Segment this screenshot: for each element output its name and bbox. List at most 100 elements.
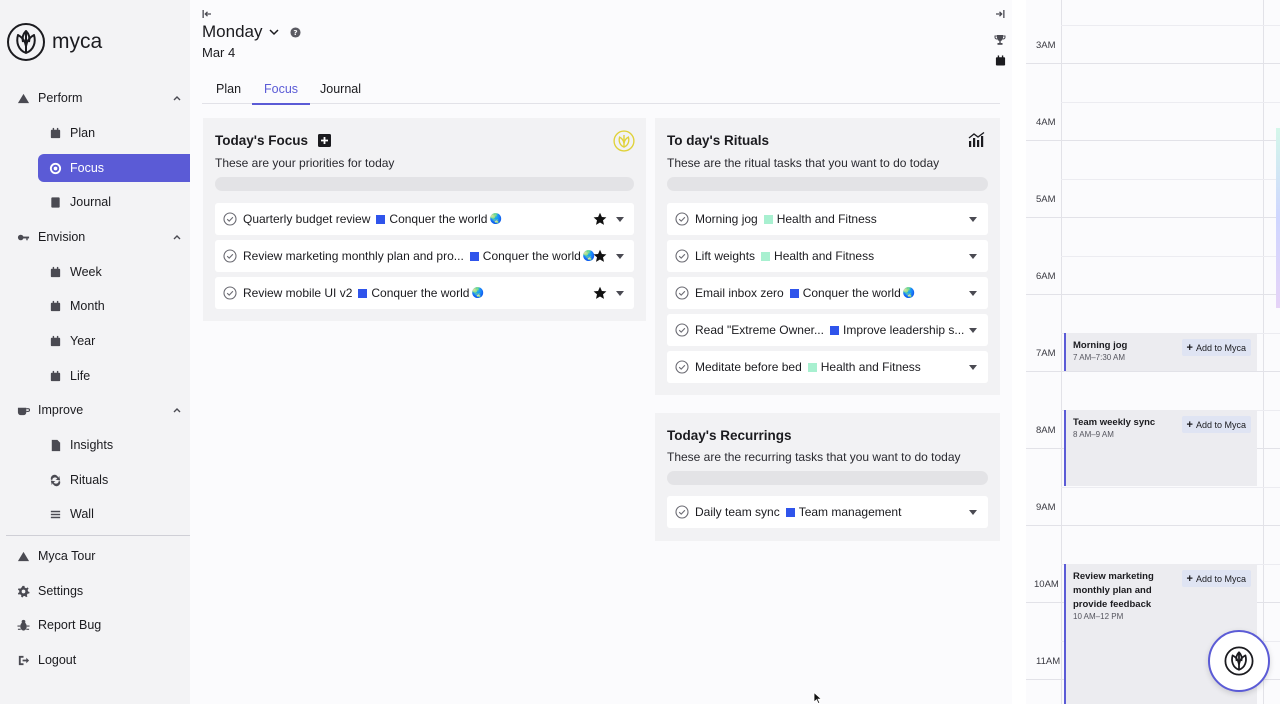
half-hour-line — [1061, 487, 1280, 488]
caret-down-icon[interactable] — [969, 217, 977, 222]
plus-icon: + — [1186, 341, 1193, 354]
add-to-myca-label: Add to Myca — [1195, 342, 1246, 353]
main-content: Monday ? Mar 4 Plan Focus Journal Today'… — [190, 0, 1012, 704]
calendar-icon[interactable] — [995, 55, 1006, 66]
check-circle-icon[interactable] — [223, 212, 237, 226]
check-circle-icon[interactable] — [675, 212, 689, 226]
sidebar-item-myca-tour[interactable]: Myca Tour — [16, 542, 182, 570]
check-circle-icon[interactable] — [675, 249, 689, 263]
calendar-event[interactable]: Morning jog 7 AM–7:30 AM + Add to Myca — [1064, 333, 1257, 371]
focus-task-row[interactable]: Review mobile UI v2 Conquer the world 🌏 — [215, 277, 634, 309]
check-circle-icon[interactable] — [675, 286, 689, 300]
sidebar-item-plan[interactable]: Plan — [48, 119, 190, 147]
half-hour-line — [1061, 256, 1280, 257]
add-task-icon[interactable] — [317, 134, 331, 147]
tab-journal[interactable]: Journal — [320, 82, 361, 103]
help-icon[interactable]: ? — [290, 26, 302, 38]
star-icon[interactable] — [593, 212, 607, 226]
add-to-myca-button[interactable]: + Add to Myca — [1181, 570, 1251, 587]
sidebar-item-report-bug[interactable]: Report Bug — [16, 611, 182, 639]
ritual-task-row[interactable]: Read "Extreme Owner... Improve leadershi… — [667, 314, 988, 346]
mouse-cursor-icon — [813, 692, 823, 704]
caret-down-icon[interactable] — [969, 291, 977, 296]
day-selector[interactable]: Monday ? — [202, 22, 302, 42]
caret-down-icon[interactable] — [616, 291, 624, 296]
task-name: Lift weights — [695, 249, 756, 263]
rituals-panel: To day's Rituals These are the ritual ta… — [655, 118, 1000, 395]
focus-progress-bar — [215, 177, 634, 191]
sidebar-item-insights[interactable]: Insights — [48, 431, 190, 459]
calendar-icon — [48, 265, 62, 279]
check-circle-icon[interactable] — [675, 505, 689, 519]
sidebar-item-week[interactable]: Week — [48, 258, 190, 286]
sidebar-item-rituals[interactable]: Rituals — [48, 466, 190, 494]
caret-down-icon[interactable] — [969, 328, 977, 333]
bug-icon — [16, 618, 30, 632]
myca-assistant-button[interactable] — [1208, 630, 1270, 692]
tab-focus[interactable]: Focus — [252, 82, 311, 105]
check-circle-icon[interactable] — [223, 286, 237, 300]
event-time: 7 AM–7:30 AM — [1073, 353, 1126, 362]
collapse-right-icon[interactable] — [995, 9, 1005, 19]
nav-group-improve[interactable]: Improve — [16, 396, 182, 424]
caret-down-icon[interactable] — [616, 254, 624, 259]
caret-down-icon[interactable] — [969, 254, 977, 259]
calendar-event[interactable]: Team weekly sync 8 AM–9 AM + Add to Myca — [1064, 410, 1257, 486]
task-name: Morning jog — [695, 212, 758, 226]
ritual-task-row[interactable]: Email inbox zero Conquer the world 🌏 — [667, 277, 988, 309]
caret-down-icon[interactable] — [969, 510, 977, 515]
tab-plan[interactable]: Plan — [216, 82, 241, 103]
plus-icon: + — [1186, 418, 1193, 431]
recurring-task-row[interactable]: Daily team sync Team management — [667, 496, 988, 528]
sidebar-item-focus[interactable]: Focus — [38, 154, 190, 182]
check-circle-icon[interactable] — [675, 323, 689, 337]
gear-icon — [16, 584, 30, 598]
day-calendar[interactable]: 3AM 4AM 5AM 6AM 7AM 8AM 9AM 10AM 11AM Mo… — [1026, 0, 1280, 704]
chart-icon[interactable] — [968, 132, 985, 147]
caret-down-icon[interactable] — [616, 217, 624, 222]
nav-group-envision[interactable]: Envision — [16, 223, 182, 251]
sidebar-item-wall[interactable]: Wall — [48, 500, 190, 528]
check-circle-icon[interactable] — [223, 249, 237, 263]
star-icon[interactable] — [593, 249, 607, 263]
rituals-panel-header: To day's Rituals — [667, 133, 769, 148]
sidebar-item-year[interactable]: Year — [48, 327, 190, 355]
add-to-myca-button[interactable]: + Add to Myca — [1181, 339, 1251, 356]
task-name: Read "Extreme Owner... — [695, 323, 824, 337]
caret-down-icon[interactable] — [969, 365, 977, 370]
add-to-myca-label: Add to Myca — [1195, 573, 1246, 584]
hour-line — [1026, 294, 1280, 295]
check-circle-icon[interactable] — [675, 360, 689, 374]
globe-icon: 🌏 — [471, 287, 484, 299]
chevron-up-icon — [173, 408, 181, 413]
sidebar-item-month[interactable]: Month — [48, 292, 190, 320]
nav-group-label: Improve — [38, 403, 84, 417]
sidebar-item-settings[interactable]: Settings — [16, 577, 182, 605]
goal-color-swatch — [469, 251, 479, 261]
ritual-task-row[interactable]: Meditate before bed Health and Fitness — [667, 351, 988, 383]
sidebar-item-logout[interactable]: Logout — [16, 646, 182, 674]
collapse-left-icon[interactable] — [202, 9, 212, 19]
focus-task-row[interactable]: Review marketing monthly plan and pro...… — [215, 240, 634, 272]
focus-task-row[interactable]: Quarterly budget review Conquer the worl… — [215, 203, 634, 235]
nav-group-perform[interactable]: Perform — [16, 84, 182, 112]
focus-panel-header: Today's Focus — [215, 133, 331, 148]
book-icon — [48, 195, 62, 209]
add-to-myca-button[interactable]: + Add to Myca — [1181, 416, 1251, 433]
sidebar-item-life[interactable]: Life — [48, 362, 190, 390]
ritual-task-row[interactable]: Lift weights Health and Fitness — [667, 240, 988, 272]
task-goal: Health and Fitness — [820, 360, 921, 374]
logo[interactable]: myca — [6, 22, 102, 62]
sidebar: myca Perform Plan Focus Journal Envision… — [0, 0, 190, 704]
day-date: Mar 4 — [202, 45, 236, 60]
trophy-icon[interactable] — [994, 34, 1006, 46]
task-goal: Health and Fitness — [774, 249, 875, 263]
hour-label: 7AM — [1036, 348, 1056, 359]
half-hour-line — [1061, 25, 1280, 26]
sidebar-item-label: Focus — [70, 161, 105, 175]
repeat-icon — [48, 473, 62, 487]
sidebar-item-journal[interactable]: Journal — [48, 188, 190, 216]
star-icon[interactable] — [593, 286, 607, 300]
event-time: 8 AM–9 AM — [1073, 430, 1114, 439]
ritual-task-row[interactable]: Morning jog Health and Fitness — [667, 203, 988, 235]
